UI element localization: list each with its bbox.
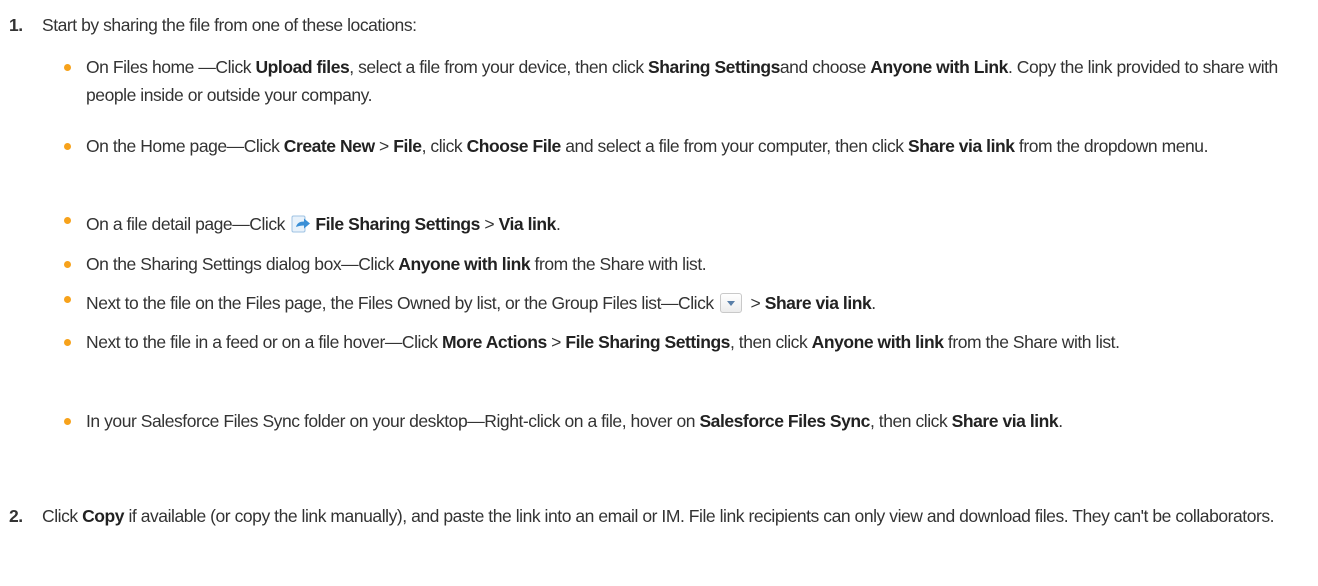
list-item-sharing-dialog: On the Sharing Settings dialog box—Click… xyxy=(64,250,1306,278)
ui-label-upload-files: Upload files xyxy=(255,57,350,77)
list-item-home-page: On the Home page—Click Create New > File… xyxy=(64,132,1306,160)
ui-label-copy: Copy xyxy=(82,506,125,526)
ui-label-share-via-link: Share via link xyxy=(764,293,872,313)
ui-label-sharing-settings: Sharing Settings xyxy=(648,57,780,77)
bullet-icon xyxy=(64,296,71,303)
ui-label-share-via-link: Share via link xyxy=(951,411,1059,431)
list-item-file-detail: On a file detail page—Click File Sharing… xyxy=(64,210,1306,238)
bullet-icon xyxy=(64,418,71,425)
bullet-icon xyxy=(64,143,71,150)
ui-label-file: File xyxy=(393,136,422,156)
ui-label-via-link: Via link xyxy=(498,214,557,234)
step-text: Start by sharing the file from one of th… xyxy=(42,15,417,35)
list-item-files-home: On Files home —Click Upload files, selec… xyxy=(64,53,1306,109)
list-item-files-page: Next to the file on the Files page, the … xyxy=(64,289,1306,317)
step-number: 1. xyxy=(9,15,23,35)
bullet-icon xyxy=(64,339,71,346)
ui-label-file-sharing-settings: File Sharing Settings xyxy=(315,214,480,234)
ui-label-anyone-with-link: Anyone with Link xyxy=(870,57,1008,77)
ui-label-choose-file: Choose File xyxy=(466,136,562,156)
list-item-feed-hover: Next to the file in a feed or on a file … xyxy=(64,328,1306,356)
ui-label-anyone-with-link: Anyone with link xyxy=(811,332,944,352)
step-number: 2. xyxy=(9,506,23,526)
bullet-icon xyxy=(64,261,71,268)
ui-label-share-via-link: Share via link xyxy=(907,136,1015,156)
bullet-icon xyxy=(64,64,71,71)
file-share-icon xyxy=(291,214,311,234)
ui-label-create-new: Create New xyxy=(283,136,375,156)
list-item-files-sync: In your Salesforce Files Sync folder on … xyxy=(64,407,1306,435)
ui-label-salesforce-files-sync: Salesforce Files Sync xyxy=(699,411,870,431)
ui-label-more-actions: More Actions xyxy=(441,332,547,352)
ui-label-anyone-with-link: Anyone with link xyxy=(398,254,531,274)
dropdown-arrow-icon xyxy=(720,293,743,313)
bullet-icon xyxy=(64,217,71,224)
step-text: Click Copy if available (or copy the lin… xyxy=(42,506,1275,526)
ui-label-file-sharing-settings: File Sharing Settings xyxy=(565,332,730,352)
